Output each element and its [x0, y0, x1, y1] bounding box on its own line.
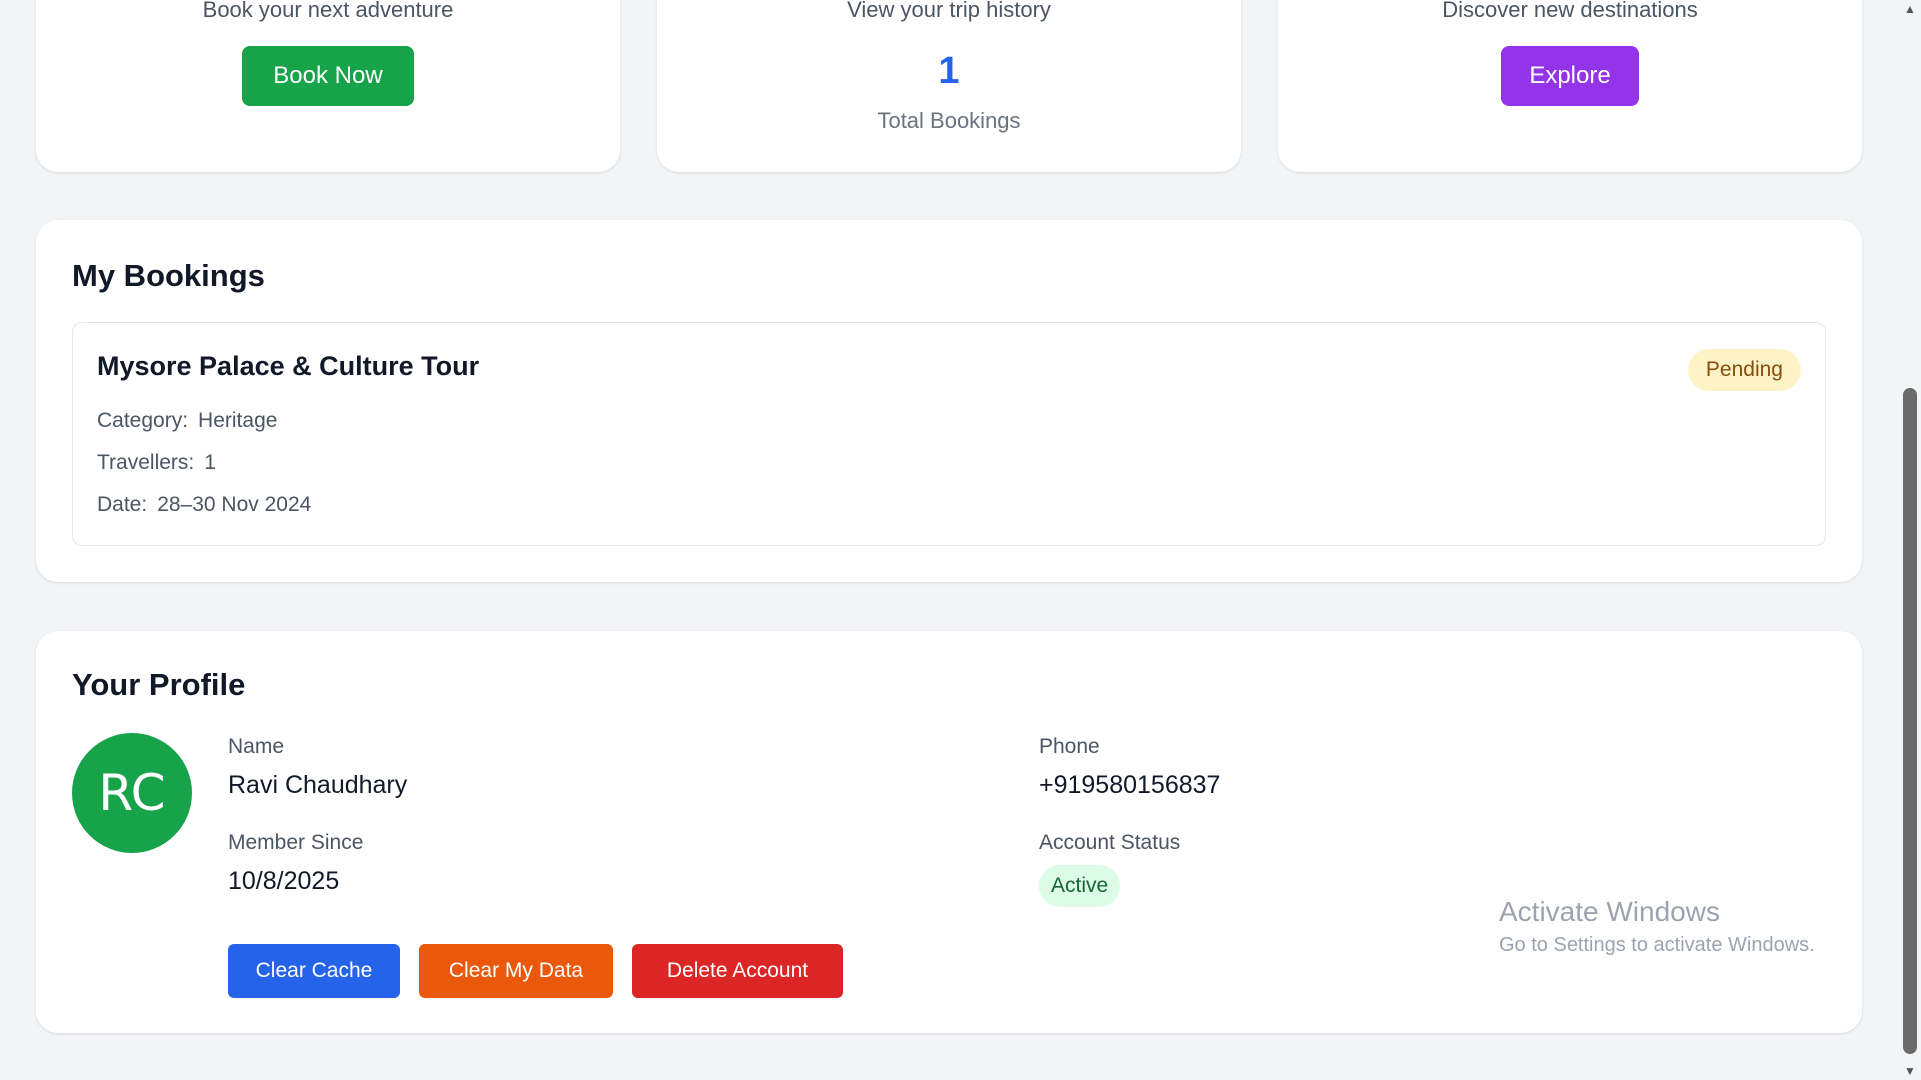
name-label: Name	[228, 735, 285, 758]
scroll-up-icon[interactable]: ▲	[1899, 0, 1921, 18]
booking-category-value: Heritage	[198, 409, 278, 432]
page: Book your next adventure Book Now View y…	[0, 0, 1921, 1080]
booking-card[interactable]: Mysore Palace & Culture Tour Pending Cat…	[72, 322, 1826, 546]
watermark-title: Activate Windows	[1499, 896, 1720, 927]
account-status-badge: Active	[1039, 865, 1121, 907]
booking-category: Category: Heritage	[97, 409, 277, 433]
account-status-label: Account Status	[1039, 831, 1181, 854]
explore-card-subtitle: Discover new destinations	[1442, 0, 1698, 22]
booking-travellers-value: 1	[204, 451, 216, 474]
profile-section: Your Profile RC Name Ravi Chaudhary Phon…	[36, 631, 1862, 1033]
my-bookings-title: My Bookings	[72, 258, 265, 293]
profile-title: Your Profile	[72, 667, 246, 702]
phone-label: Phone	[1039, 735, 1100, 758]
explore-button[interactable]: Explore	[1501, 46, 1639, 106]
member-since-label: Member Since	[228, 831, 364, 854]
booking-travellers-label: Travellers:	[97, 451, 195, 474]
booking-travellers: Travellers: 1	[97, 451, 216, 475]
activate-windows-watermark: Activate Windows Go to Settings to activ…	[1499, 896, 1815, 957]
total-bookings-count: 1	[938, 50, 960, 92]
explore-card: Discover new destinations Explore	[1278, 0, 1862, 172]
watermark-subtitle: Go to Settings to activate Windows.	[1499, 934, 1815, 956]
book-now-button[interactable]: Book Now	[242, 46, 414, 106]
avatar: RC	[72, 733, 192, 853]
booking-date-label: Date:	[97, 493, 148, 516]
history-card-subtitle: View your trip history	[847, 0, 1051, 22]
history-card: View your trip history 1 Total Bookings	[657, 0, 1241, 172]
my-bookings-section: My Bookings Mysore Palace & Culture Tour…	[36, 220, 1862, 582]
booking-category-label: Category:	[97, 409, 189, 432]
clear-cache-button[interactable]: Clear Cache	[228, 944, 400, 998]
scrollbar-thumb[interactable]	[1903, 388, 1917, 1054]
total-bookings-label: Total Bookings	[877, 108, 1021, 133]
member-since-value: 10/8/2025	[228, 867, 340, 895]
phone-value: +919580156837	[1039, 771, 1221, 799]
delete-account-button[interactable]: Delete Account	[632, 944, 843, 998]
booking-date: Date: 28–30 Nov 2024	[97, 493, 311, 517]
booking-date-value: 28–30 Nov 2024	[157, 493, 312, 516]
name-value: Ravi Chaudhary	[228, 771, 408, 799]
scroll-down-icon[interactable]: ▼	[1899, 1062, 1921, 1080]
book-card: Book your next adventure Book Now	[36, 0, 620, 172]
vertical-scrollbar[interactable]: ▲ ▼	[1899, 0, 1921, 1080]
clear-my-data-button[interactable]: Clear My Data	[419, 944, 613, 998]
booking-status-badge: Pending	[1687, 349, 1801, 391]
booking-name: Mysore Palace & Culture Tour	[97, 351, 480, 381]
book-card-subtitle: Book your next adventure	[202, 0, 454, 22]
